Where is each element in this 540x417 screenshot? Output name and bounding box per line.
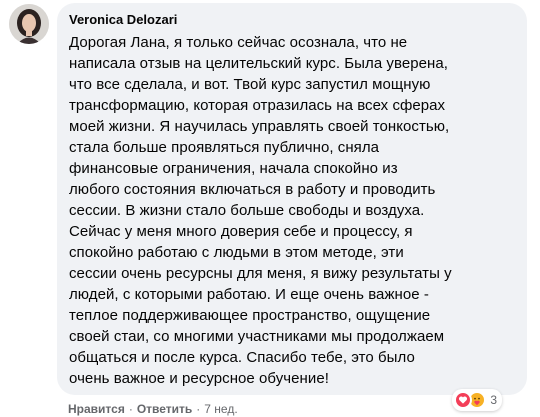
comment-text: Дорогая Лана, я только сейчас осознала, … [69,34,452,387]
reaction-count: 3 [490,393,497,407]
like-link[interactable]: Нравится [68,401,125,417]
reply-link[interactable]: Ответить [137,401,192,417]
separator-dot: · [128,402,133,416]
comment-author[interactable]: Veronica Delozari [69,11,177,28]
separator-dot: · [196,402,201,416]
timestamp[interactable]: 7 нед. [204,401,237,417]
avatar-image [9,4,49,44]
comment-bubble: Veronica Delozari Дорогая Лана, я только… [57,3,527,395]
avatar[interactable] [9,4,49,44]
reactions-summary[interactable]: 3 [452,389,502,411]
comment-actions: Нравится · Ответить · 7 нед. [68,401,238,417]
